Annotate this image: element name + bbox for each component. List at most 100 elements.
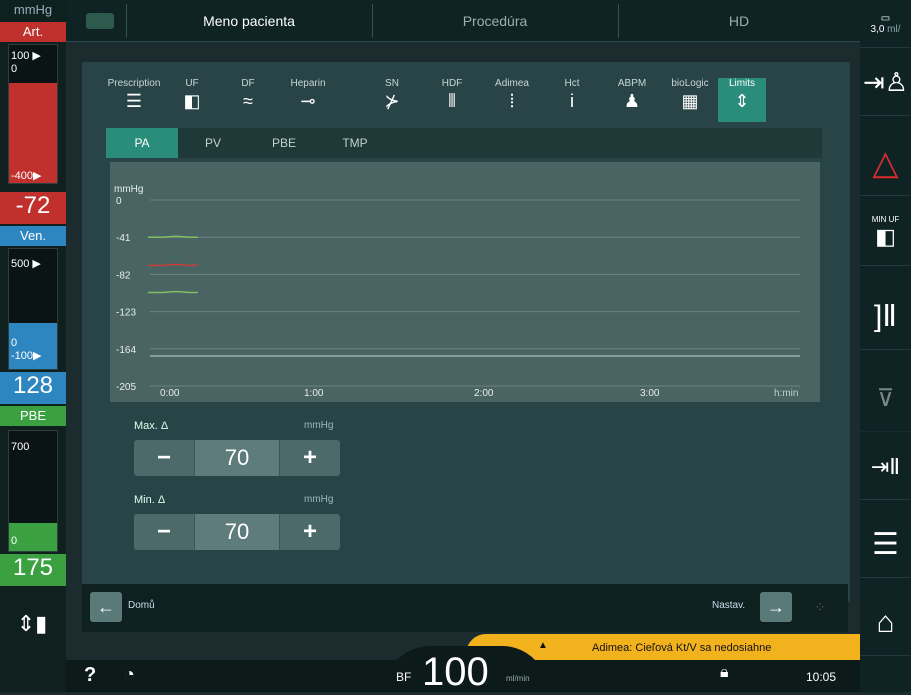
ven-zero: 0 [11, 337, 18, 349]
clock-icon[interactable]: ◔ [124, 664, 135, 685]
patient-connect-icon: ⇥♙ [862, 67, 909, 97]
pbe-value: 175 [0, 554, 66, 586]
patient-connect-button[interactable]: ⇥♙ [860, 50, 911, 116]
status-message: Adimea: Cieľová Kt/V sa nedosiahne [592, 642, 772, 654]
y-tick-label: -205 [116, 382, 136, 393]
tab-label: UF [185, 78, 199, 89]
tab-label: Heparin [290, 78, 326, 89]
tab-label: bioLogic [671, 78, 709, 89]
filter-icon: ⊽ [876, 385, 895, 412]
max-delta-minus-button[interactable]: − [134, 440, 194, 476]
bf-label: BF [396, 670, 412, 684]
series-line-1 [148, 263, 198, 267]
tab-uf-icon: ◧ [183, 91, 201, 111]
back-button[interactable]: ← [90, 592, 122, 622]
pbe-label: PBE [0, 406, 66, 426]
next-button[interactable]: → [760, 592, 792, 622]
x-axis-label: h:min [774, 388, 798, 399]
y-axis-label: mmHg [114, 184, 143, 195]
art-value: -72 [0, 192, 66, 224]
ven-label: Ven. [0, 226, 66, 246]
disabled-action-button: ⊽ [860, 366, 911, 432]
min-uf-button[interactable]: MIN UF ◧ [860, 200, 911, 266]
y-tick-label: 0 [116, 196, 122, 207]
tab-hct-icon: i [570, 91, 574, 111]
menu-icon[interactable] [80, 0, 120, 42]
tab-df[interactable]: DF ≈ [220, 78, 276, 122]
y-tick-label: -123 [116, 308, 136, 319]
pressure-chart: 0 -41 -82 -123 -164 -205 mmHg 0:00 1:00 2:00 3:00 h… [110, 162, 820, 402]
subtab-pv[interactable]: PV [178, 128, 248, 158]
subtab-tmp[interactable]: TMP [320, 128, 390, 158]
tab-adimea[interactable]: Adimea ⦙ [484, 78, 540, 122]
tab-biologic-icon: ▦ [681, 91, 699, 111]
tab-hdf[interactable]: HDF ⫴ [424, 78, 480, 122]
tab-prescription-icon: ☰ [125, 91, 143, 111]
min-delta-minus-button[interactable]: − [134, 514, 194, 550]
tab-abpm-icon: ♟ [623, 91, 641, 111]
level-adjust-icon[interactable]: ⇕▮ [10, 604, 54, 644]
y-tick-label: -164 [116, 345, 136, 356]
art-gauge[interactable]: 100 ▶ 0 -400▶ [8, 44, 58, 184]
tab-label: SN [385, 78, 399, 89]
help-button[interactable]: ? [84, 664, 96, 687]
stop-icon: ⇥Ⅱ [870, 453, 901, 479]
tab-hdf-icon: ⫴ [448, 91, 456, 111]
lock-icon[interactable]: 🔒︎ [720, 664, 729, 682]
pbe-gauge[interactable]: 700 0 [8, 430, 58, 552]
series-line-0 [148, 235, 198, 238]
list-icon: ☰ [872, 528, 899, 561]
subtab-pa[interactable]: PA [106, 128, 178, 158]
tab-sn[interactable]: SN ⊁ [364, 78, 420, 122]
tab-label: Limits [728, 78, 756, 89]
tab-hct[interactable]: Hct i [544, 78, 600, 122]
tab-uf[interactable]: UF ◧ [164, 78, 220, 122]
tab-label: Adimea [495, 78, 529, 89]
patient-name[interactable]: Meno pacienta [126, 0, 372, 42]
back-label: Domů [128, 600, 155, 611]
tab-label: DF [241, 78, 255, 89]
min-delta-value[interactable]: 70 [194, 514, 280, 550]
min-delta-stepper: − 70 + [134, 514, 340, 550]
home-icon: ⌂ [876, 605, 895, 639]
tab-abpm[interactable]: ABPM ♟ [604, 78, 660, 122]
uf-rate-value: 3,0 [870, 23, 885, 35]
bf-value: 100 [422, 650, 489, 694]
tab-biologic[interactable]: bioLogic ▦ [662, 78, 718, 122]
tab-prescription[interactable]: Prescription ☰ [106, 78, 162, 122]
tab-heparin-icon: ⊸ [300, 91, 316, 111]
tab-df-icon: ≈ [243, 91, 253, 111]
tab-adimea-icon: ⦙ [509, 91, 515, 111]
tab-limits-icon: ⇕ [734, 91, 750, 111]
ven-lower-limit: -100▶ [11, 350, 42, 362]
ven-gauge[interactable]: 500 ▶ 0 -100▶ [8, 248, 58, 370]
art-label: Art. [0, 22, 66, 42]
pbe-lower-limit: 0 [11, 535, 18, 547]
tab-heparin[interactable]: Heparin ⊸ [280, 78, 336, 122]
uf-rate-unit: ml/ [887, 23, 901, 35]
tab-label: Prescription [107, 78, 161, 89]
y-tick-label: -41 [116, 233, 131, 244]
bypass-button[interactable]: ]Ⅱ [860, 284, 911, 350]
ven-upper-limit: 500 ▶ [11, 258, 41, 270]
procedure: Procedúra [462, 13, 528, 29]
list-button[interactable]: ☰ [860, 512, 911, 578]
max-delta-unit: mmHg [304, 420, 334, 431]
right-action-column: ▭ 3,0 ml/ ⇥♙ △ MIN UF ◧ ]Ⅱ ⊽ ⇥Ⅱ ☰ ⌂ [860, 0, 911, 692]
top-bar: Meno pacienta Procedúra HD [66, 0, 860, 42]
chart-svg: 0 -41 -82 -123 -164 -205 mmHg 0:00 1:00 2:00 3:00 h… [114, 184, 800, 399]
stop-treatment-button[interactable]: ⇥Ⅱ [860, 434, 911, 500]
unit-label: mmHg [0, 0, 66, 22]
subtab-pbe[interactable]: PBE [248, 128, 320, 158]
alarm-button[interactable]: △ [860, 130, 911, 196]
x-tick-label: 2:00 [474, 388, 494, 399]
tab-limits[interactable]: Limits ⇕ [718, 78, 766, 122]
max-delta-plus-button[interactable]: + [280, 440, 340, 476]
home-button[interactable]: ⌂ [860, 590, 911, 656]
max-delta-value[interactable]: 70 [194, 440, 280, 476]
battery-icon: ▭ [880, 12, 891, 24]
x-tick-label: 3:00 [640, 388, 660, 399]
min-delta-plus-button[interactable]: + [280, 514, 340, 550]
min-uf-icon: ◧ [875, 224, 896, 249]
ven-value: 128 [0, 372, 66, 404]
